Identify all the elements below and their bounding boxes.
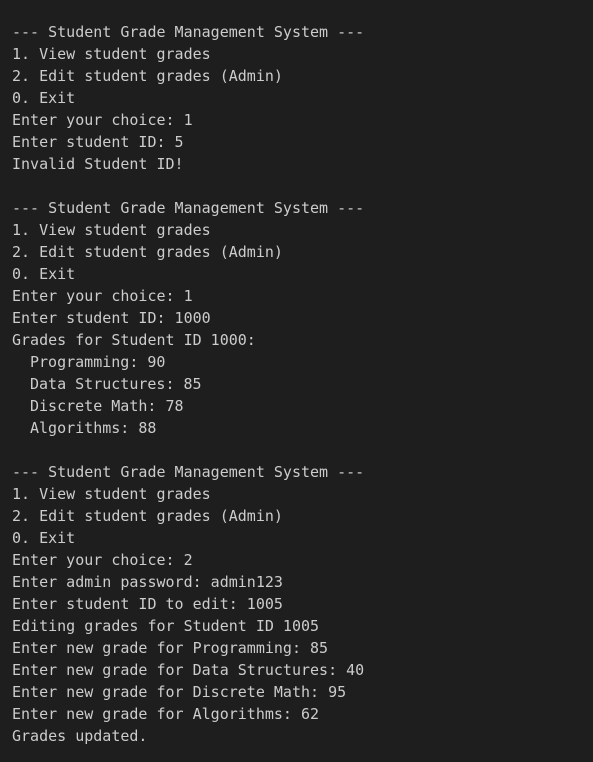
menu-header: --- Student Grade Management System --- xyxy=(12,463,365,481)
menu-option-edit: 2. Edit student grades (Admin) xyxy=(12,243,283,261)
editing-message: Editing grades for Student ID 1005 xyxy=(12,617,320,635)
student-id-prompt: Enter student ID: 5 xyxy=(12,133,184,151)
menu-option-view: 1. View student grades xyxy=(12,45,211,63)
new-grade-prompt: Enter new grade for Algorithms: 62 xyxy=(12,705,320,723)
grade-line: Programming: 90 xyxy=(30,353,166,371)
menu-option-exit: 0. Exit xyxy=(12,265,76,283)
grades-title: Grades for Student ID 1000: xyxy=(12,331,256,349)
menu-option-exit: 0. Exit xyxy=(12,529,76,547)
grade-line: Discrete Math: 78 xyxy=(30,397,184,415)
menu-option-edit: 2. Edit student grades (Admin) xyxy=(12,67,283,85)
new-grade-prompt: Enter new grade for Data Structures: 40 xyxy=(12,661,365,679)
menu-option-exit: 0. Exit xyxy=(12,89,76,107)
student-id-prompt: Enter student ID: 1000 xyxy=(12,309,211,327)
error-message: Invalid Student ID! xyxy=(12,155,184,173)
choice-prompt: Enter your choice: 2 xyxy=(12,551,193,569)
choice-prompt: Enter your choice: 1 xyxy=(12,111,193,129)
admin-password-prompt: Enter admin password: admin123 xyxy=(12,573,283,591)
grade-line: Algorithms: 88 xyxy=(30,419,157,437)
choice-prompt: Enter your choice: 1 xyxy=(12,287,193,305)
menu-option-edit: 2. Edit student grades (Admin) xyxy=(12,507,283,525)
grade-line: Data Structures: 85 xyxy=(30,375,202,393)
new-grade-prompt: Enter new grade for Programming: 85 xyxy=(12,639,329,657)
menu-option-view: 1. View student grades xyxy=(12,485,211,503)
edit-student-id-prompt: Enter student ID to edit: 1005 xyxy=(12,595,283,613)
terminal-output[interactable]: --- Student Grade Management System --- … xyxy=(0,0,593,762)
status-message: Grades updated. xyxy=(12,727,148,745)
menu-header: --- Student Grade Management System --- xyxy=(12,199,365,217)
menu-option-view: 1. View student grades xyxy=(12,221,211,239)
menu-header: --- Student Grade Management System --- xyxy=(12,23,365,41)
new-grade-prompt: Enter new grade for Discrete Math: 95 xyxy=(12,683,347,701)
